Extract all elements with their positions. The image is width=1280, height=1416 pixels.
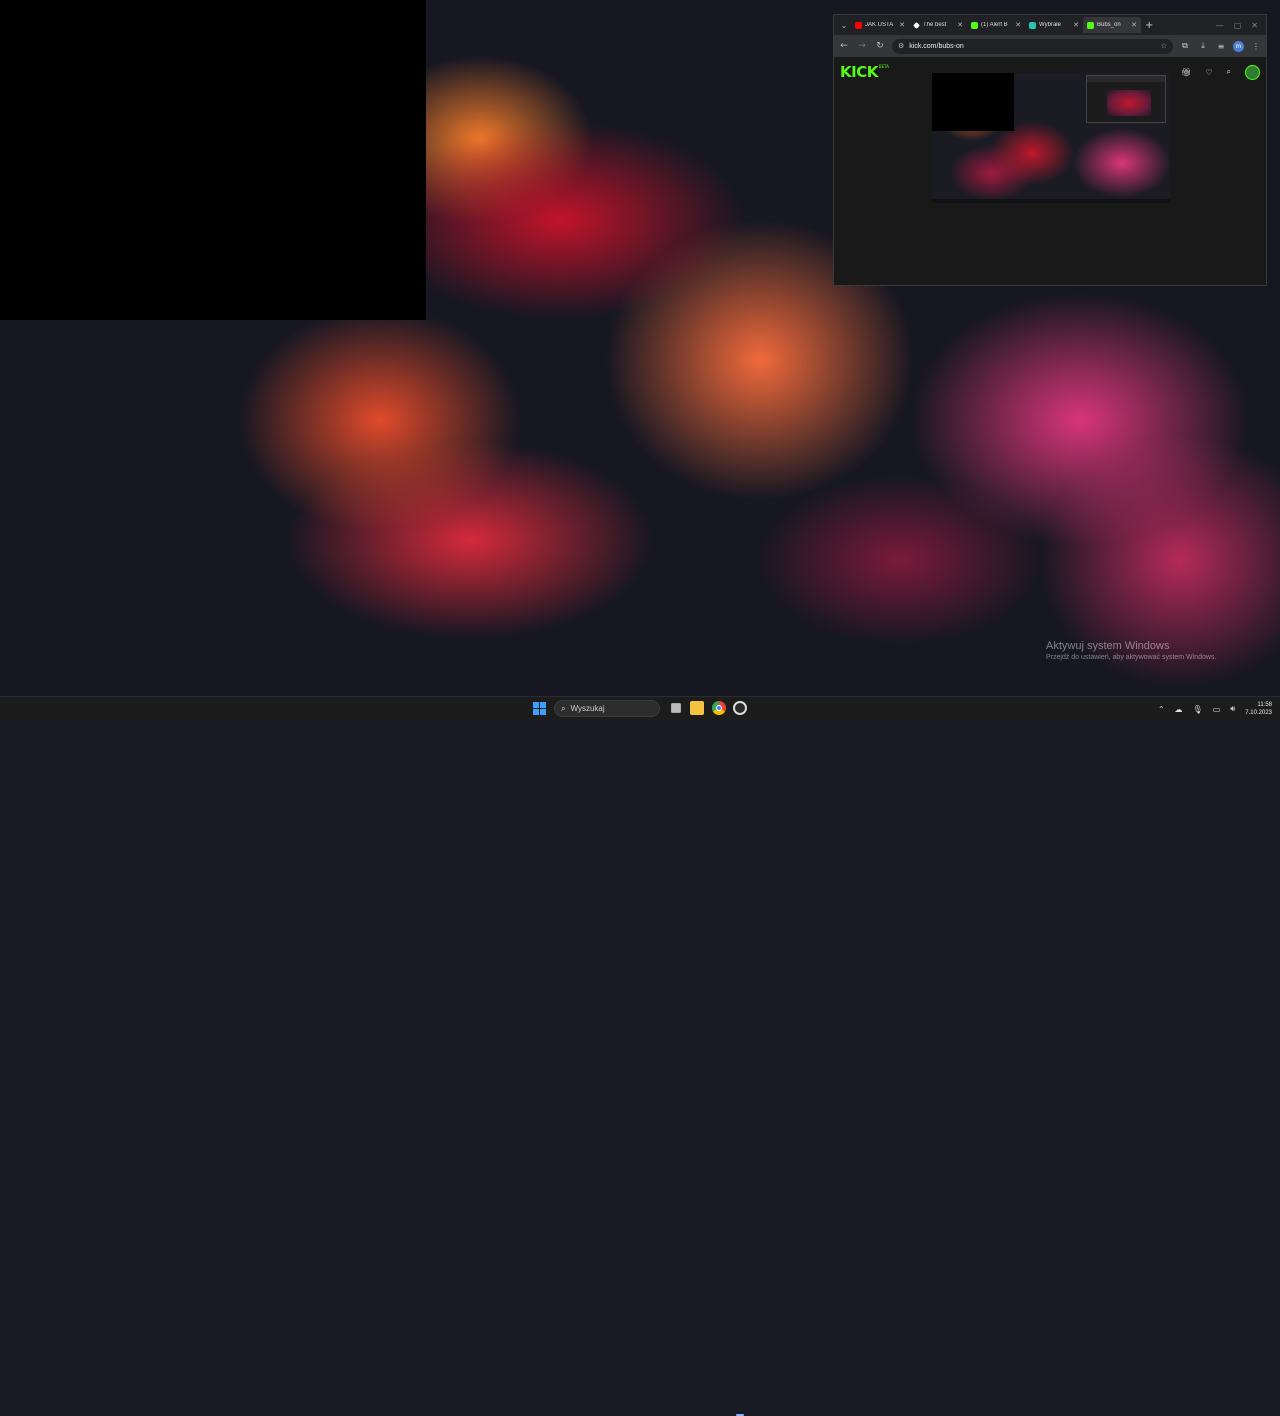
- search-icon[interactable]: ⌕: [1227, 67, 1231, 77]
- obs-icon[interactable]: [733, 701, 747, 715]
- kick-header-actions: 🎁︎ ♡ ⌕: [1181, 64, 1260, 80]
- chevron-up-icon[interactable]: ⌃: [1158, 705, 1165, 714]
- heart-icon[interactable]: ♡: [1205, 68, 1212, 77]
- taskbar-search[interactable]: ⌕ Wyszukaj: [554, 700, 660, 717]
- youtube-icon: [855, 21, 862, 29]
- windows-logo-pane: [533, 709, 539, 715]
- search-icon: ⌕: [561, 703, 566, 713]
- browser-toolbar: ← → ↻ ⚙ kick.com/bubs-on ☆ ⧉ ⤓ ≡ m ⋮: [834, 35, 1266, 57]
- diamond-icon: [913, 21, 920, 29]
- tab-title: The best: [923, 22, 947, 28]
- nested-tab-bar: [1087, 76, 1165, 82]
- activation-watermark: Aktywuj system Windows Przejdź do ustawi…: [1046, 640, 1216, 661]
- kick-beta-label: BETA: [878, 64, 889, 69]
- user-avatar[interactable]: [1245, 64, 1260, 80]
- tab-the-best[interactable]: The best ✕: [909, 17, 967, 33]
- windows-logo-pane: [533, 702, 539, 708]
- new-tab-button[interactable]: +: [1145, 20, 1153, 31]
- network-icon[interactable]: ▭: [1213, 705, 1221, 714]
- start-button[interactable]: [533, 702, 546, 715]
- desktop-wallpaper: Aktywuj system Windows Przejdź do ustawi…: [0, 0, 1280, 696]
- menu-kebab-icon[interactable]: ⋮: [1250, 42, 1262, 51]
- taskbar: ⌕ Wyszukaj ⌃ ☁ 🎙︎ ▭ 🔊︎ 11:58 7.10.2023: [0, 696, 1280, 1416]
- clock-date: 7.10.2023: [1245, 710, 1272, 716]
- browser-window: ⌄ JAK USTA ✕ The best ✕ (1) Alert B ✕ Wy…: [833, 14, 1267, 286]
- minimize-button[interactable]: —: [1216, 21, 1224, 30]
- tab-title: JAK USTA: [865, 22, 894, 28]
- chrome-icon[interactable]: [712, 701, 726, 715]
- tab-search-icon[interactable]: ⌄: [837, 18, 851, 32]
- maximize-button[interactable]: ▢: [1234, 21, 1242, 30]
- bookmark-star-icon[interactable]: ☆: [1161, 42, 1167, 50]
- tab-title: Wybrałe: [1039, 22, 1061, 28]
- watermark-subtitle: Przejdź do ustawień, aby aktywować syste…: [1046, 654, 1217, 661]
- extensions-icon[interactable]: ⧉: [1179, 41, 1191, 51]
- watermark-title: Aktywuj system Windows: [1046, 640, 1170, 652]
- stream-black-region: [932, 73, 1014, 131]
- download-icon[interactable]: ⤓: [1197, 41, 1209, 51]
- tab-bubs-on[interactable]: Bubs_on ✕: [1083, 17, 1141, 33]
- streamlabs-icon: [1029, 21, 1036, 29]
- nested-stream-preview: [1107, 90, 1151, 116]
- tab-title: Bubs_on: [1097, 22, 1121, 28]
- kick-icon: [1087, 21, 1094, 29]
- system-tray: ⌃ ☁ 🎙︎ ▭ 🔊︎ 11:58 7.10.2023: [1158, 699, 1272, 719]
- tab-streamlabs[interactable]: Wybrałe ✕: [1025, 17, 1083, 33]
- cloud-icon[interactable]: ☁: [1175, 705, 1183, 714]
- profile-avatar[interactable]: m: [1233, 40, 1244, 52]
- search-input: Wyszukaj: [570, 704, 605, 713]
- window-controls: — ▢ ✕: [1216, 21, 1266, 30]
- site-info-icon[interactable]: ⚙: [898, 42, 904, 50]
- media-icon[interactable]: ≡: [1215, 42, 1227, 51]
- windows-logo-pane: [540, 709, 546, 715]
- stream-player[interactable]: [932, 73, 1170, 203]
- stream-taskbar-preview: [932, 199, 1170, 203]
- address-bar[interactable]: ⚙ kick.com/bubs-on ☆: [892, 38, 1173, 54]
- file-explorer-icon[interactable]: [690, 701, 704, 715]
- kick-page: KICK BETA 🎁︎ ♡ ⌕: [834, 57, 1266, 285]
- gift-icon[interactable]: 🎁︎: [1181, 68, 1191, 77]
- tab-title: (1) Alert B: [981, 22, 1008, 28]
- close-window-button[interactable]: ✕: [1251, 21, 1258, 30]
- black-capture-panel: [0, 0, 426, 320]
- task-view-icon[interactable]: [671, 703, 681, 713]
- windows-logo-pane: [540, 702, 546, 708]
- close-icon[interactable]: ✕: [957, 21, 963, 29]
- reload-button[interactable]: ↻: [874, 41, 886, 51]
- close-icon[interactable]: ✕: [1015, 21, 1021, 29]
- url-text: kick.com/bubs-on: [909, 42, 964, 50]
- close-icon[interactable]: ✕: [1073, 21, 1079, 29]
- close-icon[interactable]: ✕: [899, 21, 905, 29]
- clock-time: 11:58: [1257, 702, 1272, 708]
- kick-logo[interactable]: KICK: [840, 63, 878, 81]
- volume-icon[interactable]: 🔊︎: [1230, 704, 1235, 714]
- microphone-icon[interactable]: 🎙︎: [1193, 705, 1203, 714]
- close-icon[interactable]: ✕: [1131, 21, 1137, 29]
- kick-icon: [971, 21, 978, 29]
- forward-button[interactable]: →: [856, 41, 868, 51]
- tab-strip: ⌄ JAK USTA ✕ The best ✕ (1) Alert B ✕ Wy…: [834, 15, 1266, 35]
- back-button[interactable]: ←: [838, 41, 850, 51]
- tab-alert-box[interactable]: (1) Alert B ✕: [967, 17, 1025, 33]
- clock[interactable]: 11:58 7.10.2023: [1245, 701, 1272, 717]
- nested-browser-preview: [1086, 75, 1166, 123]
- tab-youtube[interactable]: JAK USTA ✕: [851, 17, 909, 33]
